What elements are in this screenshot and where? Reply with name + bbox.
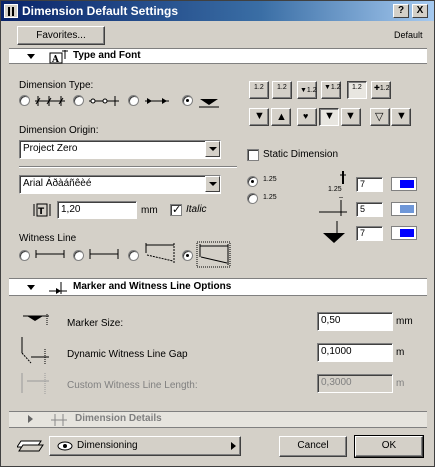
font-size-icon: T bbox=[33, 203, 51, 217]
dimension-type-label: Dimension Type: bbox=[19, 80, 94, 91]
pen-color-swatch-3[interactable] bbox=[391, 226, 417, 240]
text-position-value-1: 1.25 bbox=[263, 176, 277, 183]
dim-type-filled-icon bbox=[199, 99, 219, 108]
marker-size-label: Marker Size: bbox=[67, 318, 124, 329]
marker-pos-button-5[interactable]: ▼ bbox=[341, 108, 361, 126]
pen-color-swatch-2[interactable] bbox=[391, 202, 417, 216]
custom-length-input[interactable]: 0,3000 bbox=[317, 374, 393, 393]
app-icon bbox=[4, 4, 18, 18]
eye-icon bbox=[57, 441, 73, 451]
witness-line-label: Witness Line bbox=[19, 233, 77, 244]
dim-type-radio-2[interactable] bbox=[73, 95, 84, 106]
layer-icon bbox=[17, 440, 44, 452]
pen-text-icon bbox=[340, 171, 346, 184]
help-button[interactable]: ? bbox=[393, 4, 409, 18]
dim-type-radio-4[interactable] bbox=[182, 95, 193, 106]
witness-gap-input[interactable]: 0,1000 bbox=[317, 343, 393, 362]
marker-size-input[interactable]: 0,50 bbox=[317, 312, 393, 331]
favorites-button[interactable]: Favorites... bbox=[17, 26, 105, 45]
witness-style-4-icon bbox=[196, 241, 231, 268]
marker-size-icon bbox=[23, 314, 49, 325]
text-position-value-2: 1.25 bbox=[263, 194, 277, 201]
dim-type-radio-3[interactable] bbox=[128, 95, 139, 106]
svg-text:A: A bbox=[51, 55, 60, 64]
svg-text:T: T bbox=[38, 207, 45, 217]
dialog-window: Dimension Default Settings ? X Favorites… bbox=[0, 0, 435, 467]
witness-gap-icon bbox=[21, 337, 49, 365]
collapse-triangle-icon[interactable] bbox=[27, 54, 35, 59]
pen-line-icon bbox=[319, 197, 347, 216]
layer-arrow-icon bbox=[231, 442, 236, 450]
text-pos-button-1[interactable]: 1.2 bbox=[249, 81, 269, 99]
dimension-origin-label: Dimension Origin: bbox=[19, 125, 99, 136]
text-position-radio-2[interactable] bbox=[247, 193, 258, 204]
text-pos-button-4[interactable]: ▼1.2 bbox=[321, 81, 341, 99]
static-dimension-checkbox[interactable] bbox=[247, 149, 259, 161]
window-title: Dimension Default Settings bbox=[22, 4, 179, 18]
italic-checkbox[interactable] bbox=[170, 203, 182, 216]
marker-pos-button-1[interactable]: ▼ bbox=[249, 108, 269, 126]
dim-type-dot-icon bbox=[89, 96, 119, 106]
dim-type-slash-icon bbox=[35, 96, 65, 106]
marker-pos-button-3[interactable]: ♥ bbox=[297, 108, 317, 126]
ok-button[interactable]: OK bbox=[354, 435, 424, 458]
font-size-unit: mm bbox=[141, 205, 158, 216]
custom-length-unit: m bbox=[396, 378, 405, 389]
marker-pos-button-2[interactable]: ▲ bbox=[271, 108, 291, 126]
expand-triangle-icon[interactable] bbox=[28, 415, 33, 423]
text-pos-button-3[interactable]: ▼1.2 bbox=[297, 81, 317, 99]
pen-text-label: 1.25 bbox=[328, 186, 342, 193]
witness-style-3-icon bbox=[145, 243, 175, 263]
witness-radio-4[interactable] bbox=[182, 250, 193, 261]
witness-style-2-icon bbox=[89, 249, 119, 259]
text-position-radio-1[interactable] bbox=[247, 176, 258, 187]
custom-length-icon bbox=[21, 373, 49, 395]
separator bbox=[19, 166, 237, 168]
text-pos-button-5[interactable]: 1.2 bbox=[347, 81, 367, 99]
text-pos-button-6[interactable]: ✚1.2 bbox=[371, 81, 391, 99]
section-details-title: Dimension Details bbox=[75, 413, 162, 424]
pen-marker-icon bbox=[323, 221, 345, 243]
type-font-icon: A bbox=[49, 50, 68, 64]
pen-input-2[interactable]: 5 bbox=[356, 202, 383, 217]
marker-pos-button-4[interactable]: ▼ bbox=[319, 108, 339, 126]
witness-gap-unit: m bbox=[396, 347, 405, 358]
details-icon bbox=[51, 414, 67, 426]
marker-size-unit: mm bbox=[396, 316, 413, 327]
pen-color-swatch-1[interactable] bbox=[391, 177, 417, 191]
section-type-font-header[interactable] bbox=[9, 48, 427, 64]
collapse-triangle-icon[interactable] bbox=[27, 285, 35, 290]
pen-input-3[interactable]: 7 bbox=[356, 226, 383, 241]
close-button[interactable]: X bbox=[412, 4, 428, 18]
marker-pos-button-7[interactable]: ▼ bbox=[391, 108, 411, 126]
marker-options-icon bbox=[49, 282, 67, 294]
witness-style-1-icon bbox=[35, 250, 65, 258]
cancel-button[interactable]: Cancel bbox=[279, 436, 347, 457]
pen-input-1[interactable]: 7 bbox=[356, 177, 383, 192]
static-dimension-label: Static Dimension bbox=[263, 149, 339, 160]
marker-pos-button-6[interactable]: ▽ bbox=[370, 108, 390, 126]
section-type-font-title: Type and Font bbox=[73, 50, 141, 61]
dim-type-arrow-icon bbox=[145, 98, 169, 104]
font-select[interactable]: Arial Áðàáñêèé bbox=[19, 175, 221, 194]
custom-length-label: Custom Witness Line Length: bbox=[67, 380, 198, 391]
origin-dropdown-arrow-icon[interactable] bbox=[205, 141, 220, 157]
witness-radio-2[interactable] bbox=[73, 250, 84, 261]
italic-label: Italic bbox=[186, 204, 207, 215]
layer-select-value: Dimensioning bbox=[77, 440, 138, 451]
default-label: Default bbox=[394, 30, 423, 40]
font-size-input[interactable]: 1,20 bbox=[57, 201, 137, 219]
dim-type-radio-1[interactable] bbox=[19, 95, 30, 106]
font-dropdown-arrow-icon[interactable] bbox=[205, 176, 220, 192]
text-pos-button-2[interactable]: 1.2 bbox=[272, 81, 292, 99]
section-details-header[interactable] bbox=[9, 411, 427, 428]
origin-select[interactable]: Project Zero bbox=[19, 140, 221, 159]
section-marker-title: Marker and Witness Line Options bbox=[73, 281, 232, 292]
witness-radio-1[interactable] bbox=[19, 250, 30, 261]
witness-radio-3[interactable] bbox=[128, 250, 139, 261]
witness-gap-label: Dynamic Witness Line Gap bbox=[67, 349, 188, 360]
